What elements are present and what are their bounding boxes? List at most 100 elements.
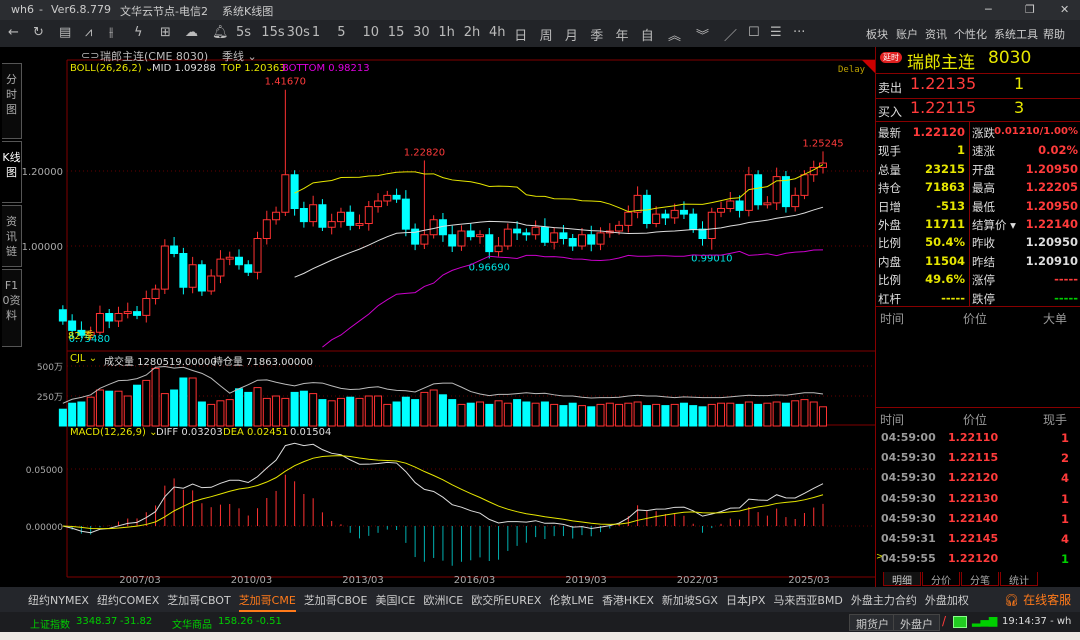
candle-down[interactable] — [522, 232, 531, 236]
line-chart-icon[interactable]: ⩘ — [85, 25, 92, 40]
online-support-button[interactable]: 🎧︎ 在线客服 — [1004, 591, 1071, 608]
candle-up[interactable] — [207, 275, 216, 292]
period-button-1[interactable]: 15s — [261, 25, 284, 40]
candle-up[interactable] — [476, 234, 485, 238]
period-button-15[interactable]: 年 — [616, 25, 629, 44]
period-button-7[interactable]: 30 — [413, 25, 430, 40]
candle-down[interactable] — [698, 228, 707, 239]
period-button-13[interactable]: 月 — [565, 25, 578, 44]
side-tab-f10[interactable]: F10资料 — [2, 269, 22, 347]
candle-up[interactable] — [160, 245, 169, 290]
side-tab-news[interactable]: 资讯链 — [2, 205, 22, 267]
draw-tool-2[interactable]: ／ — [724, 25, 737, 44]
candle-up[interactable] — [633, 194, 642, 213]
stat-label[interactable]: 结算价 ▾ — [972, 217, 1016, 233]
candle-down[interactable] — [299, 208, 308, 223]
candle-up[interactable] — [151, 288, 160, 299]
candle-up[interactable] — [281, 174, 290, 213]
candle-up[interactable] — [577, 234, 586, 247]
back-icon[interactable]: ← — [8, 25, 19, 40]
candle-up[interactable] — [374, 200, 383, 208]
quote-tab-1[interactable]: 分价 — [922, 572, 960, 587]
candle-down[interactable] — [679, 209, 688, 215]
candle-down[interactable] — [170, 245, 179, 254]
futures-account-button[interactable]: 期货户 — [849, 614, 896, 631]
candle-down[interactable] — [58, 309, 67, 322]
exchange-tab-12[interactable]: 马来西亚BMD — [773, 592, 843, 612]
period-button-12[interactable]: 周 — [540, 25, 553, 44]
exchange-tab-6[interactable]: 欧洲ICE — [423, 592, 463, 612]
draw-tool-0[interactable]: ︽ — [668, 25, 681, 44]
exchange-tab-2[interactable]: 芝加哥CBOT — [167, 592, 230, 612]
period-button-0[interactable]: 5s — [236, 25, 251, 40]
cloud-icon[interactable]: ☁ — [185, 25, 198, 40]
quote-tab-2[interactable]: 分笔 — [961, 572, 999, 587]
candle-down[interactable] — [485, 234, 494, 253]
exchange-tab-4[interactable]: 芝加哥CBOE — [304, 592, 368, 612]
menu-4[interactable]: 系统工具 — [994, 26, 1038, 42]
candle-up[interactable] — [717, 208, 726, 213]
draw-tool-4[interactable]: ☰ — [770, 25, 782, 40]
candle-up[interactable] — [550, 232, 559, 243]
period-button-9[interactable]: 2h — [464, 25, 481, 40]
candle-up[interactable] — [596, 232, 605, 245]
candle-up[interactable] — [800, 174, 809, 196]
candle-up[interactable] — [670, 209, 679, 219]
side-tab-timeshare[interactable]: 分时图 — [2, 63, 22, 139]
period-button-16[interactable]: 自 — [641, 25, 654, 44]
candle-down[interactable] — [392, 194, 401, 200]
candle-up[interactable] — [253, 238, 262, 273]
candle-up[interactable] — [114, 313, 123, 322]
candle-up[interactable] — [531, 226, 540, 236]
macd-label[interactable]: MACD(12,26,9) ⌄ — [70, 427, 158, 438]
candle-down[interactable] — [781, 176, 790, 208]
candle-up[interactable] — [429, 219, 438, 236]
boll-label[interactable]: BOLL(26,26,2) ⌄ — [70, 63, 153, 74]
foreign-account-button[interactable]: 外盘户 — [893, 614, 940, 631]
candle-up[interactable] — [791, 194, 800, 208]
period-button-3[interactable]: 1 — [312, 25, 320, 40]
candle-down[interactable] — [661, 213, 670, 219]
menu-3[interactable]: 个性化 — [954, 26, 987, 42]
menu-2[interactable]: 资讯 — [925, 26, 947, 42]
candle-down[interactable] — [448, 234, 457, 247]
candle-up[interactable] — [819, 162, 827, 168]
quote-tab-0[interactable]: 明细 — [883, 572, 921, 587]
list-icon[interactable]: ▤ — [59, 25, 71, 40]
candle-down[interactable] — [401, 198, 410, 230]
menu-0[interactable]: 板块 — [866, 26, 888, 42]
bid-price[interactable]: 1.22115 — [910, 98, 976, 117]
panel-icon[interactable]: ⊞ — [160, 25, 171, 40]
candle-up[interactable] — [420, 234, 429, 245]
draw-tool-1[interactable]: ︾ — [696, 25, 709, 44]
period-button-10[interactable]: 4h — [489, 25, 506, 40]
close-button[interactable]: ✕ — [1060, 3, 1069, 16]
candle-down[interactable] — [234, 256, 243, 266]
bell-icon[interactable]: 🔔︎ — [212, 25, 229, 40]
candle-up[interactable] — [457, 230, 466, 247]
candle-up[interactable] — [726, 200, 735, 209]
period-button-14[interactable]: 季 — [590, 25, 603, 44]
exchange-tab-9[interactable]: 香港HKEX — [602, 592, 654, 612]
candle-down[interactable] — [466, 230, 475, 238]
side-tab-kline[interactable]: K线图 — [2, 141, 22, 203]
period-button-5[interactable]: 10 — [363, 25, 380, 40]
exchange-tab-1[interactable]: 纽约COMEX — [97, 592, 159, 612]
period-select[interactable]: 季线 ⌄ — [222, 48, 257, 64]
candle-up[interactable] — [225, 256, 234, 260]
exchange-tab-11[interactable]: 日本JPX — [726, 592, 765, 612]
candle-up[interactable] — [272, 211, 281, 221]
candle-up[interactable] — [95, 313, 104, 333]
candle-up[interactable] — [309, 204, 318, 223]
period-button-4[interactable]: 5 — [337, 25, 345, 40]
candle-up[interactable] — [763, 202, 772, 206]
candle-up[interactable] — [494, 245, 503, 253]
candle-up[interactable] — [142, 298, 151, 316]
exchange-tab-14[interactable]: 外盘加权 — [925, 592, 969, 612]
candle-down[interactable] — [197, 264, 206, 292]
candle-up[interactable] — [262, 219, 271, 239]
exchange-tab-8[interactable]: 伦敦LME — [549, 592, 594, 612]
candle-down[interactable] — [244, 264, 253, 273]
candle-down[interactable] — [318, 204, 327, 228]
candle-up[interactable] — [615, 224, 624, 232]
